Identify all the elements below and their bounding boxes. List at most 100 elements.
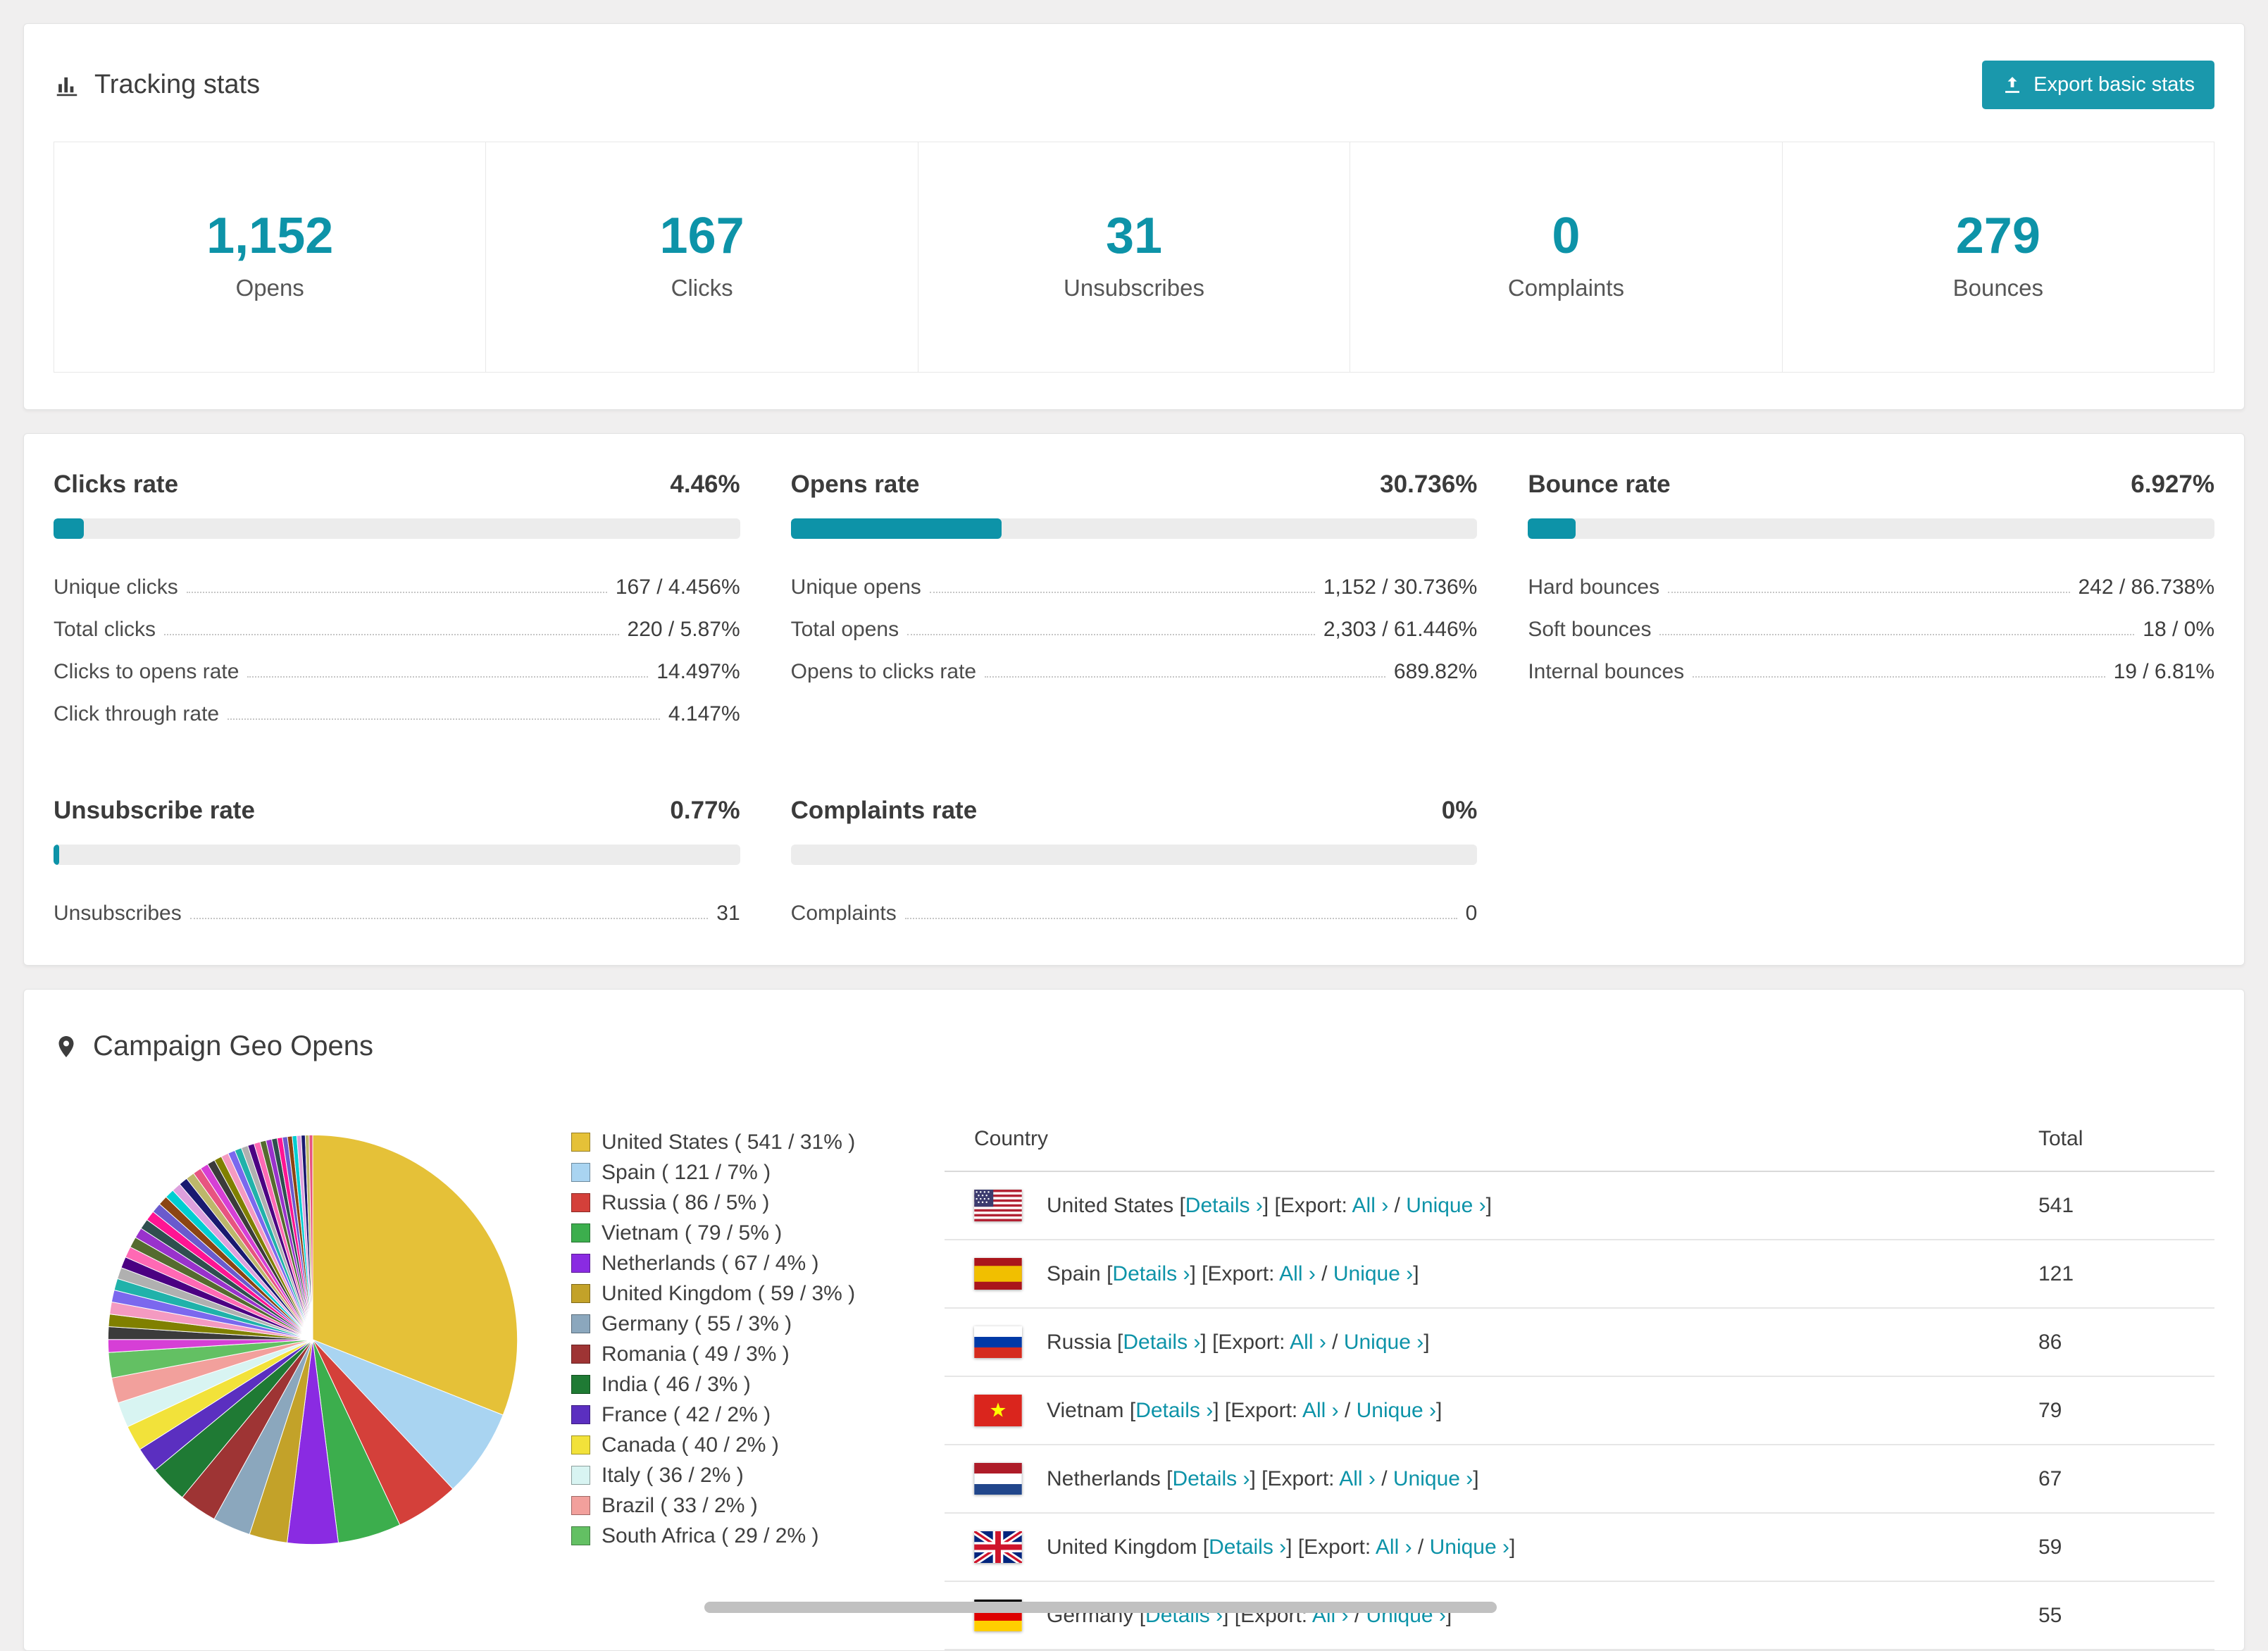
slash-separator: / — [1326, 1331, 1344, 1354]
legend-label: Italy ( 36 / 2% ) — [602, 1460, 744, 1490]
country-total: 79 — [2038, 1399, 2207, 1423]
country-name: Netherlands — [1047, 1467, 1161, 1490]
stat-box: 31 Unsubscribes — [918, 142, 1350, 372]
progress-bar — [791, 845, 1478, 865]
country-links: Vietnam [Details ›] [Export: All › / Uni… — [1047, 1399, 1442, 1423]
export-all-link[interactable]: All › — [1290, 1331, 1326, 1354]
metric-row: Opens to clicks rate 689.82% — [791, 642, 1478, 684]
bracket-export: ] [Export: — [1286, 1535, 1376, 1559]
total-column-header: Total — [2038, 1127, 2207, 1151]
bracket-open-details: [ — [1173, 1194, 1185, 1217]
dotted-leader — [1668, 592, 2069, 593]
stat-box: 0 Complaints — [1350, 142, 1781, 372]
country-links: Spain [Details ›] [Export: All › / Uniqu… — [1047, 1262, 1419, 1286]
country-total: 121 — [2038, 1262, 2207, 1286]
country-name: United Kingdom — [1047, 1535, 1197, 1559]
metric-value: 0 — [1466, 902, 1478, 926]
legend-swatch — [571, 1345, 590, 1364]
details-link[interactable]: Details › — [1112, 1262, 1190, 1285]
rate-rows: Complaints 0 — [791, 883, 1478, 926]
export-all-link[interactable]: All › — [1376, 1535, 1412, 1559]
legend-label: Romania ( 49 / 3% ) — [602, 1339, 790, 1369]
details-link[interactable]: Details › — [1185, 1194, 1263, 1217]
metric-label: Complaints — [791, 902, 897, 926]
metric-value: 4.147% — [668, 702, 740, 726]
bracket-export: ] [Export: — [1213, 1399, 1302, 1422]
progress-bar — [1528, 518, 2214, 539]
geo-opens-header: Campaign Geo Opens — [54, 1022, 2214, 1107]
legend-swatch — [571, 1223, 590, 1242]
rates-card: Clicks rate 4.46% Unique clicks 167 / 4.… — [23, 433, 2245, 966]
metric-value: 19 / 6.81% — [2114, 660, 2214, 684]
stat-label: Complaints — [1350, 275, 1781, 301]
metric-row: Click through rate 4.147% — [54, 684, 740, 726]
legend-label: Vietnam ( 79 / 5% ) — [602, 1218, 782, 1248]
legend-item: Vietnam ( 79 / 5% ) — [571, 1218, 902, 1248]
details-link[interactable]: Details › — [1172, 1467, 1250, 1490]
legend-item: France ( 42 / 2% ) — [571, 1400, 902, 1430]
legend-item: Germany ( 55 / 3% ) — [571, 1309, 902, 1339]
export-unique-link[interactable]: Unique › — [1357, 1399, 1436, 1422]
metric-label: Soft bounces — [1528, 618, 1651, 642]
legend-swatch — [571, 1193, 590, 1212]
country-flag-icon — [974, 1395, 1022, 1426]
rate-value: 0% — [1442, 797, 1478, 825]
legend-item: United States ( 541 / 31% ) — [571, 1127, 902, 1157]
bracket-export: ] [Export: — [1250, 1467, 1339, 1490]
stat-label: Opens — [54, 275, 485, 301]
rate-rows: Unique clicks 167 / 4.456% Total clicks … — [54, 557, 740, 726]
metric-label: Total opens — [791, 618, 899, 642]
stat-label: Bounces — [1783, 275, 2214, 301]
export-all-link[interactable]: All › — [1339, 1467, 1376, 1490]
country-flag-icon — [974, 1258, 1022, 1290]
dotted-leader — [905, 918, 1457, 919]
rate-title: Complaints rate — [791, 797, 978, 825]
details-link[interactable]: Details › — [1209, 1535, 1286, 1559]
rate-value: 4.46% — [670, 471, 740, 499]
metric-value: 2,303 / 61.446% — [1323, 618, 1478, 642]
details-link[interactable]: Details › — [1135, 1399, 1213, 1422]
tracking-stats-card: Tracking stats Export basic stats 1,152 … — [23, 23, 2245, 410]
export-all-link[interactable]: All › — [1279, 1262, 1316, 1285]
legend-swatch — [571, 1284, 590, 1303]
legend-label: Brazil ( 33 / 2% ) — [602, 1490, 758, 1521]
dotted-leader — [1659, 634, 2134, 635]
tracking-stats-header: Tracking stats Export basic stats — [24, 24, 2244, 142]
export-basic-stats-button[interactable]: Export basic stats — [1982, 61, 2214, 109]
export-unique-link[interactable]: Unique › — [1344, 1331, 1423, 1354]
stats-row: 1,152 Opens 167 Clicks 31 Unsubscribes 0… — [54, 142, 2214, 373]
legend-label: India ( 46 / 3% ) — [602, 1369, 751, 1400]
slash-separator: / — [1339, 1399, 1357, 1422]
export-icon — [2002, 75, 2023, 96]
location-pin-icon — [54, 1034, 79, 1059]
rate-value: 0.77% — [670, 797, 740, 825]
horizontal-scrollbar[interactable] — [704, 1602, 1497, 1613]
details-link[interactable]: Details › — [1123, 1331, 1200, 1354]
legend-item: United Kingdom ( 59 / 3% ) — [571, 1278, 902, 1309]
metric-row: Total opens 2,303 / 61.446% — [791, 599, 1478, 642]
table-row: Netherlands [Details ›] [Export: All › /… — [945, 1445, 2214, 1514]
table-row: United Kingdom [Details ›] [Export: All … — [945, 1514, 2214, 1582]
export-all-link[interactable]: All › — [1352, 1194, 1389, 1217]
export-unique-link[interactable]: Unique › — [1333, 1262, 1413, 1285]
bracket-open-details: [ — [1197, 1535, 1209, 1559]
slash-separator: / — [1388, 1194, 1406, 1217]
tracking-stats-title: Tracking stats — [54, 70, 260, 100]
rates-grid: Clicks rate 4.46% Unique clicks 167 / 4.… — [54, 471, 2214, 926]
slash-separator: / — [1412, 1535, 1430, 1559]
export-button-label: Export basic stats — [2033, 73, 2195, 96]
export-unique-link[interactable]: Unique › — [1430, 1535, 1509, 1559]
metric-row: Internal bounces 19 / 6.81% — [1528, 642, 2214, 684]
bracket-open-details: [ — [1124, 1399, 1136, 1422]
export-all-link[interactable]: All › — [1302, 1399, 1339, 1422]
export-unique-link[interactable]: Unique › — [1406, 1194, 1485, 1217]
export-unique-link[interactable]: Unique › — [1393, 1467, 1473, 1490]
legend-swatch — [571, 1133, 590, 1152]
legend-item: Romania ( 49 / 3% ) — [571, 1339, 902, 1369]
bracket-export: ] [Export: — [1190, 1262, 1279, 1285]
legend-swatch — [571, 1314, 590, 1333]
stat-value: 279 — [1783, 207, 2214, 265]
bracket-close-export: ] — [1413, 1262, 1419, 1285]
bracket-close-export: ] — [1436, 1399, 1442, 1422]
legend-item: Spain ( 121 / 7% ) — [571, 1157, 902, 1188]
